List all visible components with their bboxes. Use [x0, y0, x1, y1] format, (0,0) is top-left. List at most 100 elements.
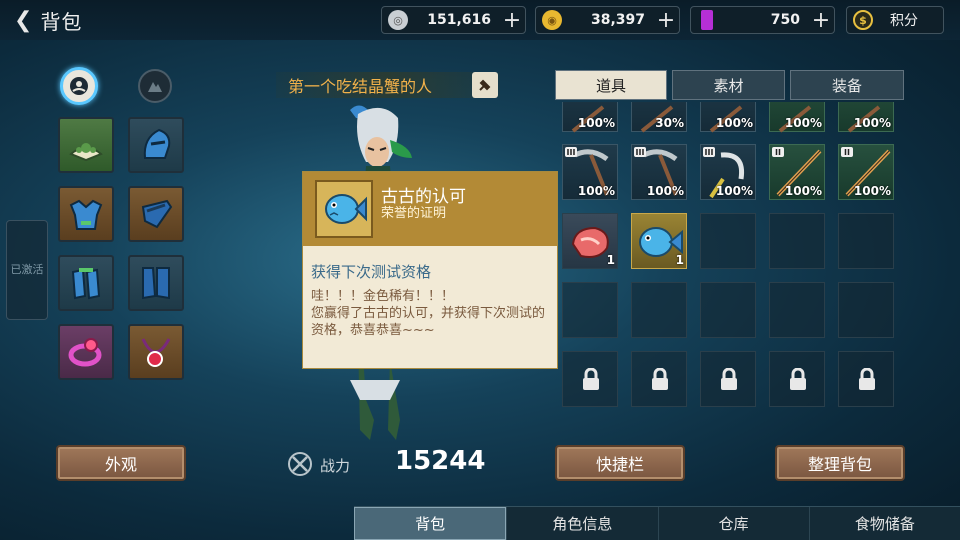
durability: 100% — [577, 184, 615, 198]
appearance-button[interactable]: 外观 — [56, 445, 186, 481]
durability: 100% — [715, 184, 753, 198]
item-count: 1 — [675, 253, 684, 267]
equip-slot-ring[interactable] — [58, 324, 114, 380]
activated-side-tab[interactable]: 已激活 — [6, 220, 48, 320]
nav-label: 角色信息 — [552, 515, 613, 533]
durability: 30% — [655, 116, 684, 130]
durability: 100% — [784, 116, 822, 130]
inventory-slot-empty[interactable] — [769, 282, 825, 338]
equip-slot-necklace[interactable] — [128, 324, 184, 380]
silver-coin-icon: ◎ — [388, 10, 408, 30]
lock-icon — [859, 368, 875, 390]
gauntlet-icon — [71, 268, 101, 300]
tier-badge: II — [841, 147, 853, 157]
inventory-slot[interactable]: II 100% — [838, 144, 894, 200]
fan-icon — [69, 143, 103, 162]
inventory-slot[interactable]: 30% — [631, 102, 687, 133]
inventory-slot[interactable]: 100% — [700, 102, 756, 133]
tier-badge: II — [772, 147, 784, 157]
durability: 100% — [646, 184, 684, 198]
char-tab-mountain[interactable] — [138, 69, 172, 103]
lock-icon — [790, 368, 806, 390]
inventory-slot-empty[interactable] — [700, 282, 756, 338]
armor-icon — [69, 199, 103, 230]
inventory-slot-empty[interactable] — [838, 282, 894, 338]
inventory-slot-empty[interactable] — [562, 282, 618, 338]
inventory-slot[interactable]: III 100% — [562, 144, 618, 200]
inventory-slot-locked[interactable] — [562, 351, 618, 407]
back-button[interactable]: ❮ 背包 — [14, 6, 134, 34]
durability: 100% — [784, 184, 822, 198]
equip-slot-accessory[interactable] — [58, 117, 114, 173]
inventory-slot[interactable]: II 100% — [769, 144, 825, 200]
inventory-slot-selected[interactable]: 1 — [631, 213, 687, 269]
inventory-slot[interactable]: 100% — [562, 102, 618, 133]
inventory-slot-empty[interactable] — [631, 282, 687, 338]
add-silver-button[interactable]: + — [499, 7, 525, 33]
currency-value: 38,397 — [590, 12, 645, 28]
durability: 100% — [715, 116, 753, 130]
edit-title-button[interactable] — [472, 72, 498, 98]
inventory-slot[interactable]: 1 — [562, 213, 618, 269]
helmet-icon — [143, 128, 171, 159]
char-tab-face[interactable] — [60, 67, 98, 105]
inventory-slot[interactable]: 100% — [769, 102, 825, 133]
face-badge-icon — [70, 77, 88, 95]
add-gold-button[interactable]: + — [653, 7, 679, 33]
inventory-slot[interactable]: III 100% — [700, 144, 756, 200]
nav-character-info[interactable]: 角色信息 — [506, 507, 657, 540]
inventory-slot-locked[interactable] — [769, 351, 825, 407]
equip-slot-chest[interactable] — [58, 186, 114, 242]
player-title-banner: 第一个吃结晶蟹的人 — [276, 72, 500, 98]
durability: 100% — [853, 116, 891, 130]
inventory-slot-locked[interactable] — [700, 351, 756, 407]
currency-points[interactable]: $ 积分 — [846, 6, 944, 34]
sort-bag-button[interactable]: 整理背包 — [775, 445, 905, 481]
equip-slot-shoulder[interactable] — [128, 186, 184, 242]
tooltip-item-subtitle: 荣誉的证明 — [381, 206, 447, 221]
currency-value: 750 — [770, 12, 800, 28]
combat-power-value: 15244 — [395, 446, 486, 476]
page-title: 背包 — [40, 9, 83, 34]
currency-silver: ◎ 151,616 + — [381, 6, 526, 34]
inventory-slot-empty[interactable] — [769, 213, 825, 269]
gold-coin-icon: ◉ — [542, 10, 562, 30]
nav-bag[interactable]: 背包 — [354, 507, 507, 540]
quickbar-label: 快捷栏 — [595, 455, 644, 474]
add-crystal-button[interactable]: + — [808, 7, 834, 33]
equip-slot-helmet[interactable] — [128, 117, 184, 173]
nav-food-storage[interactable]: 食物储备 — [808, 507, 960, 540]
currency-value: 151,616 — [427, 12, 491, 28]
quickbar-button[interactable]: 快捷栏 — [555, 445, 685, 481]
activated-label: 已激活 — [10, 263, 44, 276]
inventory-slot-locked[interactable] — [631, 351, 687, 407]
cape-icon — [141, 199, 173, 229]
equip-slot-boots[interactable] — [128, 255, 184, 311]
inventory-slot-empty[interactable] — [700, 213, 756, 269]
nav-warehouse[interactable]: 仓库 — [657, 507, 809, 540]
tooltip-header: 古古的认可 荣誉的证明 — [303, 172, 557, 246]
equip-slot-gloves[interactable] — [58, 255, 114, 311]
chevron-left-icon: ❮ — [14, 7, 33, 33]
inventory-grid[interactable]: 100% 30% 100% 100% 100% III 100% III 100… — [562, 102, 898, 420]
tab-materials[interactable]: 素材 — [672, 70, 785, 100]
tab-items[interactable]: 道具 — [555, 70, 667, 100]
durability: 100% — [577, 116, 615, 130]
tooltip-description: 哇！！！金色稀有！！！ 您赢得了古古的认可，并获得下次测试的资格，恭喜恭喜~~~ — [311, 289, 546, 338]
bottom-nav: 背包 角色信息 仓库 食物储备 — [354, 506, 960, 540]
boots-icon — [142, 267, 170, 300]
lock-icon — [652, 368, 668, 390]
inventory-slot[interactable]: III 100% — [631, 144, 687, 200]
inventory-slot[interactable]: 100% — [838, 102, 894, 133]
sort-bag-label: 整理背包 — [807, 455, 872, 474]
points-label: 积分 — [890, 13, 918, 29]
tab-label: 道具 — [595, 76, 626, 95]
points-icon: $ — [853, 10, 873, 30]
inventory-slot-locked[interactable] — [838, 351, 894, 407]
inventory-slot-empty[interactable] — [838, 213, 894, 269]
nav-label: 食物储备 — [854, 515, 915, 533]
lock-icon — [721, 368, 737, 390]
necklace-icon — [141, 338, 171, 367]
nav-label: 背包 — [415, 515, 446, 533]
tab-equipment[interactable]: 装备 — [790, 70, 904, 100]
